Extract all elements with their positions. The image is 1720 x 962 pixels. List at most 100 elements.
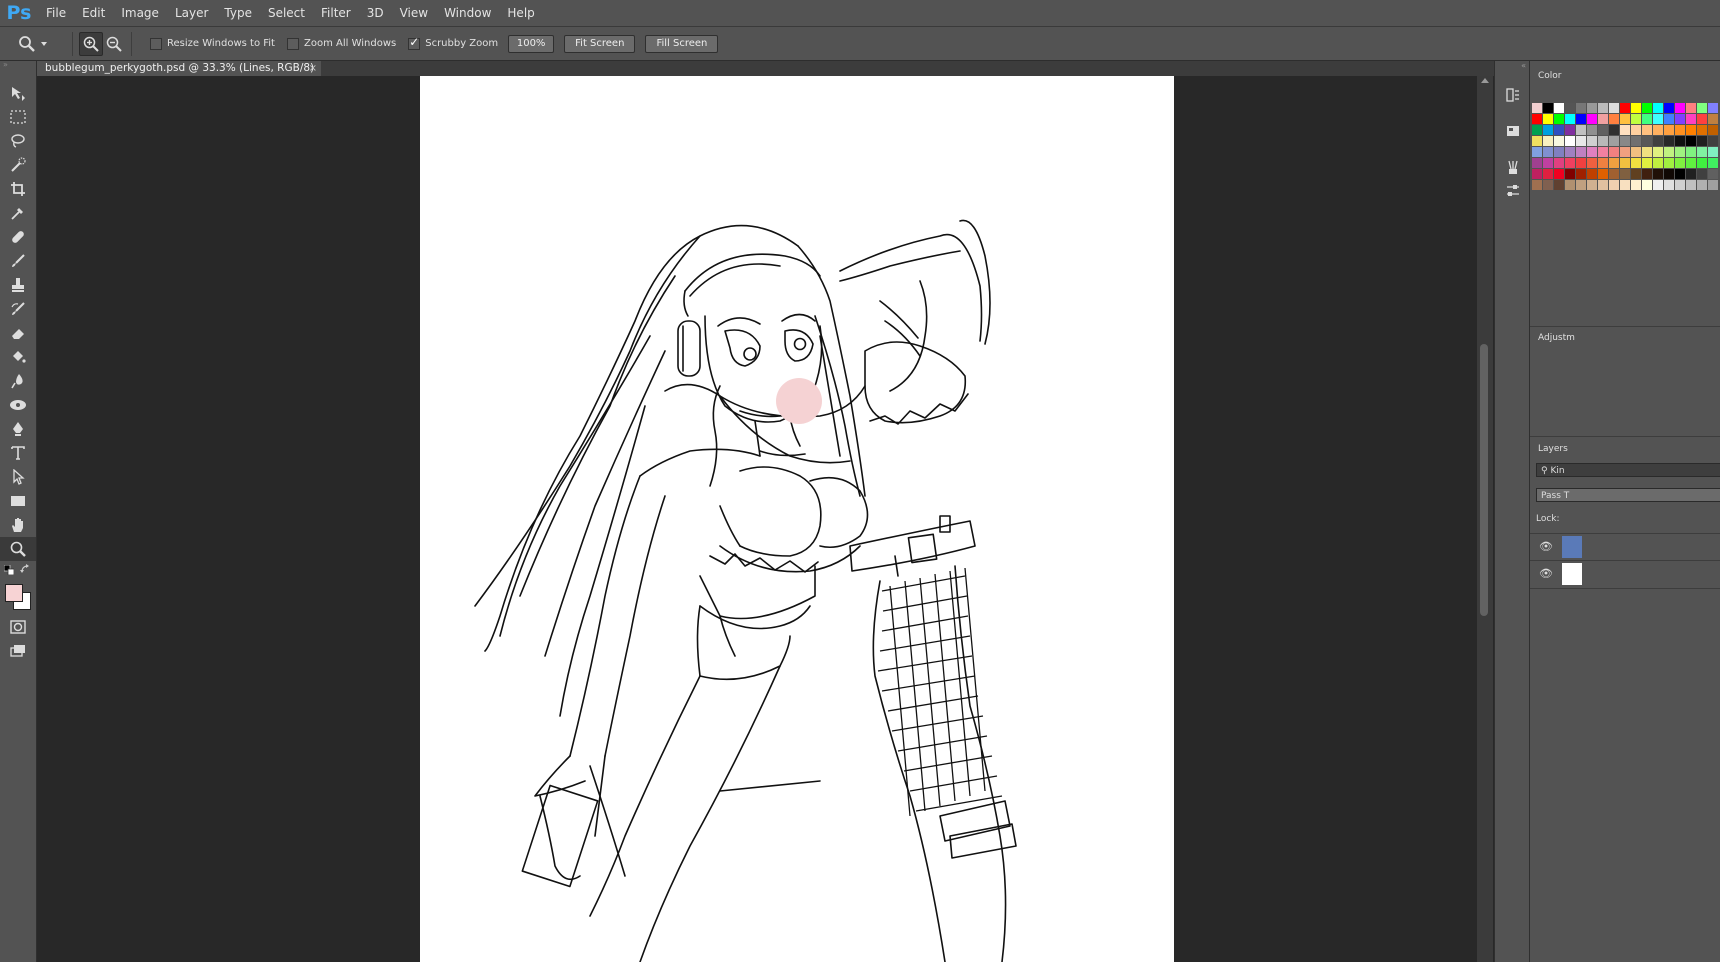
eraser-tool[interactable]	[0, 321, 36, 345]
crop-tool[interactable]	[0, 177, 36, 201]
document-tab[interactable]: bubblegum_perkygoth.psd @ 33.3% (Lines, …	[37, 61, 321, 89]
color-swatch[interactable]	[1631, 114, 1641, 124]
color-swatch[interactable]	[1697, 158, 1707, 168]
color-swatch[interactable]	[1543, 169, 1553, 179]
checkbox-box[interactable]	[286, 37, 299, 50]
color-swatch[interactable]	[1565, 125, 1575, 135]
checkbox-box-checked[interactable]	[408, 35, 421, 50]
color-swatch[interactable]	[1554, 125, 1564, 135]
color-swatch[interactable]	[1543, 158, 1553, 168]
color-swatch[interactable]	[1620, 125, 1630, 135]
color-swatch[interactable]	[1686, 147, 1696, 157]
color-swatch[interactable]	[1653, 180, 1663, 190]
menu-window[interactable]: Window	[436, 0, 499, 26]
color-swatch[interactable]	[1532, 147, 1542, 157]
properties-panel-button[interactable]	[1495, 119, 1531, 143]
color-swatch[interactable]	[1609, 147, 1619, 157]
color-swatch[interactable]	[1642, 147, 1652, 157]
resize-windows-checkbox[interactable]: Resize Windows to Fit	[150, 37, 275, 50]
lasso-tool[interactable]	[0, 129, 36, 153]
color-swatch[interactable]	[1576, 114, 1586, 124]
color-swatch[interactable]	[1686, 103, 1696, 113]
color-swatch[interactable]	[1664, 158, 1674, 168]
menu-help[interactable]: Help	[499, 0, 542, 26]
color-swatch[interactable]	[1587, 103, 1597, 113]
color-swatch[interactable]	[1609, 169, 1619, 179]
rectangle-tool[interactable]	[0, 489, 36, 513]
menu-type[interactable]: Type	[216, 0, 260, 26]
color-swatch[interactable]	[1576, 103, 1586, 113]
eye-icon[interactable]: 👁	[1539, 540, 1553, 553]
zoom-out-button[interactable]	[103, 33, 125, 55]
color-swatch[interactable]	[1642, 136, 1652, 146]
color-swatch[interactable]	[1686, 158, 1696, 168]
color-swatch[interactable]	[1543, 136, 1553, 146]
color-swatch[interactable]	[1675, 136, 1685, 146]
paint-bucket-tool[interactable]	[0, 345, 36, 369]
color-swatch[interactable]	[1543, 114, 1553, 124]
menu-file[interactable]: File	[38, 0, 74, 26]
color-swatch[interactable]	[1620, 136, 1630, 146]
color-swatch[interactable]	[1631, 158, 1641, 168]
color-swatch[interactable]	[1598, 125, 1608, 135]
color-swatch[interactable]	[1565, 103, 1575, 113]
history-panel-button[interactable]	[1495, 83, 1531, 107]
color-swatch[interactable]	[1609, 180, 1619, 190]
color-swatch[interactable]	[1554, 103, 1564, 113]
fill-screen-button[interactable]: Fill Screen	[645, 34, 719, 53]
color-swatch[interactable]	[1565, 136, 1575, 146]
close-tab-icon[interactable]: ×	[309, 61, 317, 76]
color-swatch[interactable]	[1697, 180, 1707, 190]
color-swatch[interactable]	[1653, 125, 1663, 135]
color-swatch[interactable]	[1565, 114, 1575, 124]
color-swatch[interactable]	[1675, 103, 1685, 113]
tool-preset-picker[interactable]	[18, 31, 66, 57]
color-swatch[interactable]	[1631, 147, 1641, 157]
color-swatch[interactable]	[1675, 125, 1685, 135]
color-swatch[interactable]	[1708, 169, 1718, 179]
color-swatch[interactable]	[1686, 169, 1696, 179]
color-swatch[interactable]	[1697, 125, 1707, 135]
color-swatch[interactable]	[1554, 147, 1564, 157]
color-swatch[interactable]	[1576, 125, 1586, 135]
color-swatch[interactable]	[1587, 169, 1597, 179]
healing-brush-tool[interactable]	[0, 225, 36, 249]
color-swatch[interactable]	[1609, 158, 1619, 168]
blend-mode-select[interactable]: Pass T	[1536, 488, 1720, 502]
color-swatch[interactable]	[1576, 136, 1586, 146]
color-swatch[interactable]	[1587, 147, 1597, 157]
scroll-up-arrow[interactable]	[1481, 78, 1489, 83]
color-swatch[interactable]	[1620, 147, 1630, 157]
color-swatch[interactable]	[1532, 180, 1542, 190]
color-swatch[interactable]	[1642, 114, 1652, 124]
color-swatch[interactable]	[1554, 169, 1564, 179]
color-swatch[interactable]	[1598, 158, 1608, 168]
color-swatch[interactable]	[1697, 147, 1707, 157]
color-swatch[interactable]	[1697, 103, 1707, 113]
color-swatch[interactable]	[1664, 136, 1674, 146]
dodge-tool[interactable]	[0, 393, 36, 417]
menu-layer[interactable]: Layer	[167, 0, 216, 26]
layer-kind-filter[interactable]: ⚲ Kin	[1536, 463, 1720, 477]
menu-select[interactable]: Select	[260, 0, 313, 26]
menu-image[interactable]: Image	[113, 0, 167, 26]
color-swatch[interactable]	[1653, 136, 1663, 146]
path-selection-tool[interactable]	[0, 465, 36, 489]
menu-3d[interactable]: 3D	[359, 0, 392, 26]
clone-stamp-tool[interactable]	[0, 273, 36, 297]
eye-icon[interactable]: 👁	[1539, 567, 1553, 580]
color-swatch[interactable]	[1532, 169, 1542, 179]
hand-tool[interactable]	[0, 513, 36, 537]
document-canvas[interactable]	[420, 76, 1174, 962]
color-swatch[interactable]	[1532, 114, 1542, 124]
color-swatch[interactable]	[1598, 147, 1608, 157]
color-swatch[interactable]	[1576, 180, 1586, 190]
color-swatch[interactable]	[1664, 147, 1674, 157]
color-swatch[interactable]	[1642, 125, 1652, 135]
color-swatch[interactable]	[1543, 125, 1553, 135]
layers-panel-tab[interactable]: Layers	[1530, 442, 1568, 456]
color-swatch[interactable]	[1686, 114, 1696, 124]
color-swatch[interactable]	[1532, 125, 1542, 135]
default-colors-icon[interactable]	[4, 565, 14, 575]
color-swatch[interactable]	[1609, 136, 1619, 146]
